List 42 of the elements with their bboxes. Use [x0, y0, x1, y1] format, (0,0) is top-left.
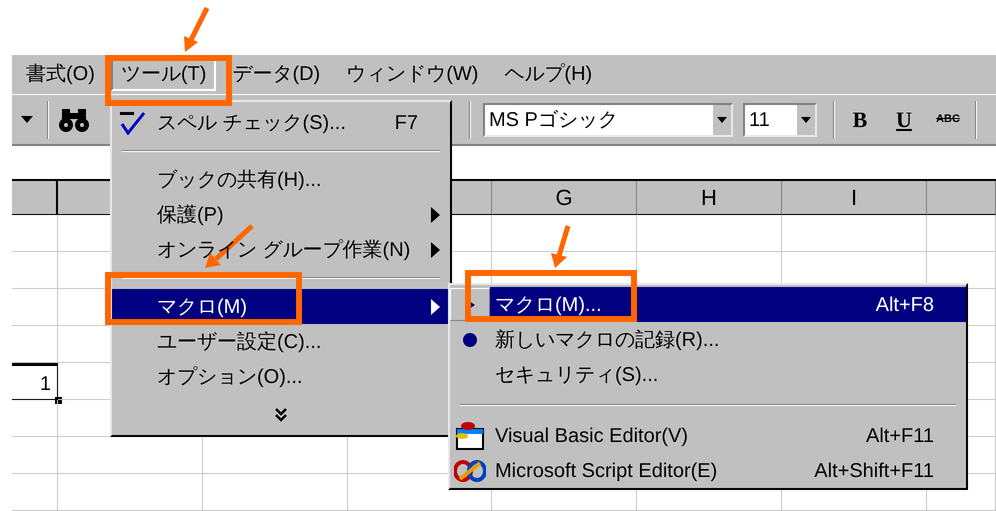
menu-item[interactable]: 保護(P): [112, 197, 450, 232]
column-header[interactable]: G: [492, 181, 637, 215]
column-header[interactable]: I: [782, 181, 927, 215]
dropdown-arrow-icon: [801, 116, 811, 123]
underline-button[interactable]: U: [889, 103, 919, 136]
grid-cell: [927, 215, 996, 252]
binoculars-icon: [59, 106, 89, 133]
menu-bar-item[interactable]: ヘルプ(H): [494, 57, 602, 92]
loop-icon: [454, 458, 486, 482]
menu-item[interactable]: セキュリティ(S)...: [450, 357, 966, 392]
shortcut-text: Alt+F11: [866, 424, 935, 448]
pointer-arrow: [551, 225, 570, 268]
menu-item[interactable]: ユーザー設定(C)...: [112, 324, 450, 359]
dropdown-arrow-icon: [21, 116, 33, 124]
grid-cell: [12, 474, 58, 511]
double-chevron-icon: [275, 408, 287, 422]
dot-icon: [462, 332, 478, 348]
menu-item[interactable]: スペル チェック(S)... F7: [112, 105, 450, 140]
menu-item[interactable]: オプション(O)...: [112, 359, 450, 394]
menu-item[interactable]: ブックの共有(H)...: [112, 162, 450, 197]
window-icon: [454, 420, 486, 450]
check-mark-icon: [118, 110, 146, 134]
menu-bar-item[interactable]: データ(D): [222, 57, 330, 92]
pointer-arrow: [184, 6, 210, 52]
column-header[interactable]: [12, 181, 58, 215]
column-header[interactable]: H: [637, 181, 782, 215]
menu-bar-item[interactable]: 書式(O): [16, 57, 105, 92]
menu-item[interactable]: マクロ(M): [112, 289, 450, 324]
bold-button[interactable]: B: [845, 103, 875, 136]
font-size-field[interactable]: 11: [743, 102, 817, 137]
dropdown-arrow-icon: [717, 116, 727, 123]
strikethrough-button[interactable]: ABC: [929, 111, 967, 128]
grid-cell: [12, 437, 58, 474]
menu-item[interactable]: Microsoft Script Editor(E) Alt+Shift+F11: [450, 453, 966, 488]
menu-item[interactable]: Visual Basic Editor(V) Alt+F11: [450, 418, 966, 453]
shortcut-text: Alt+F8: [876, 292, 935, 318]
font-name-field[interactable]: MS Pゴシック: [483, 102, 733, 137]
menu-bar-item[interactable]: ウィンドウ(W): [336, 57, 488, 92]
shortcut-text: F7: [394, 110, 419, 136]
column-header[interactable]: [927, 181, 996, 215]
shortcut-text: Alt+Shift+F11: [814, 458, 935, 484]
menu-item[interactable]: 新しいマクロの記録(R)...: [450, 322, 966, 357]
